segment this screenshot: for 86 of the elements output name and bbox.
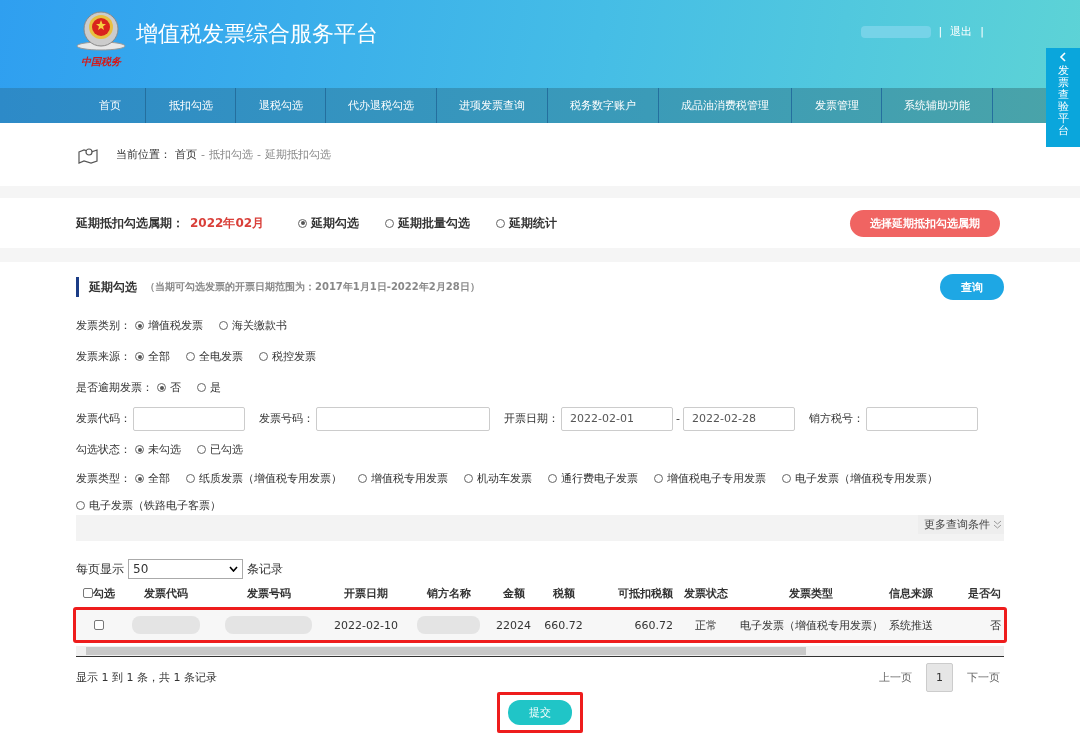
section-marker bbox=[76, 277, 79, 297]
date-field[interactable]: 2022-02-28 bbox=[683, 406, 795, 431]
column-header: 发票状态 bbox=[683, 585, 729, 601]
select-all-checkbox[interactable]: 勾选 bbox=[76, 585, 121, 601]
period-label: 延期抵扣勾选属期： bbox=[76, 214, 184, 232]
page-button[interactable]: 1 bbox=[926, 663, 953, 692]
filter-label: 发票来源： bbox=[76, 349, 131, 364]
radio-option[interactable]: 全电发票 bbox=[186, 349, 243, 364]
map-pin-icon bbox=[78, 145, 98, 164]
radio-option[interactable]: 否 bbox=[157, 380, 181, 395]
redacted-username bbox=[860, 25, 931, 38]
table-cell-text: 正常 bbox=[694, 617, 718, 633]
page-size-label: 每页显示 bbox=[76, 560, 124, 578]
filter-label: 销方税号： bbox=[809, 411, 864, 426]
radio-option[interactable]: 延期勾选 bbox=[298, 214, 360, 232]
column-header: 发票类型 bbox=[788, 585, 834, 601]
table-cell-text: 电子发票（增值税专用发票） bbox=[738, 617, 884, 633]
input-field[interactable] bbox=[316, 406, 490, 431]
radio-option[interactable]: 未勾选 bbox=[135, 442, 181, 457]
breadcrumb-separator: - bbox=[201, 148, 205, 161]
breadcrumb-link[interactable]: 延期抵扣勾选 bbox=[264, 147, 331, 162]
radio-option[interactable]: 全部 bbox=[135, 471, 170, 486]
more-conditions-link[interactable]: 更多查询条件 bbox=[918, 515, 1004, 534]
table-cell-text: 660.72 bbox=[633, 618, 674, 632]
breadcrumb-link[interactable]: 首页 bbox=[175, 147, 197, 162]
logo-caption: 中国税务 bbox=[81, 55, 121, 69]
site-title: 增值税发票综合服务平台 bbox=[136, 19, 378, 48]
column-header: 销方名称 bbox=[425, 585, 472, 601]
column-header: 是否勾 bbox=[967, 585, 1002, 601]
input-field[interactable] bbox=[866, 406, 978, 431]
radio-option[interactable]: 税控发票 bbox=[259, 349, 316, 364]
double-chevron-down-icon bbox=[993, 520, 1002, 529]
date-field[interactable]: 2022-02-01 bbox=[561, 406, 673, 431]
next-page-link[interactable]: 下一页 bbox=[963, 670, 1004, 685]
radio-option[interactable]: 机动车发票 bbox=[464, 471, 532, 486]
horizontal-scrollbar[interactable] bbox=[76, 646, 1004, 657]
filter-label: 发票号码： bbox=[259, 411, 314, 426]
table-cell-text: 2022-02-10 bbox=[333, 618, 399, 632]
filter-label: 发票类别： bbox=[76, 318, 131, 333]
radio-option[interactable]: 电子发票（增值税专用发票） bbox=[782, 471, 938, 486]
separator-text: | bbox=[980, 25, 984, 38]
radio-option[interactable]: 已勾选 bbox=[197, 442, 243, 457]
radio-option[interactable]: 全部 bbox=[135, 349, 170, 364]
chevron-left-icon bbox=[1059, 52, 1067, 62]
column-header: 发票号码 bbox=[245, 585, 292, 601]
radio-option[interactable]: 是 bbox=[197, 380, 221, 395]
radio-option[interactable]: 海关缴款书 bbox=[219, 318, 287, 333]
table-cell-text: 660.72 bbox=[543, 618, 584, 632]
period-value: 2022年02月 bbox=[190, 214, 265, 232]
filter-label: 勾选状态： bbox=[76, 442, 131, 457]
breadcrumb-link[interactable]: 抵扣勾选 bbox=[209, 147, 253, 162]
previous-page-link[interactable]: 上一页 bbox=[875, 670, 916, 685]
filter-label: 开票日期： bbox=[504, 411, 559, 426]
table-cell-text: 系统推送 bbox=[888, 617, 934, 633]
page-size-label: 条记录 bbox=[247, 560, 283, 578]
radio-option[interactable]: 增值税发票 bbox=[135, 318, 203, 333]
column-header: 税额 bbox=[551, 585, 576, 601]
page-size-select[interactable]: 50 bbox=[128, 559, 243, 579]
radio-option[interactable]: 增值税专用发票 bbox=[358, 471, 448, 486]
radio-option[interactable]: 纸质发票（增值税专用发票） bbox=[186, 471, 342, 486]
breadcrumb-label: 当前位置： bbox=[116, 147, 171, 162]
column-header: 可抵扣税额 bbox=[617, 585, 674, 601]
column-header: 发票代码 bbox=[143, 585, 189, 601]
filter-label: 发票类型： bbox=[76, 471, 131, 486]
table-cell-text: 否 bbox=[989, 617, 1002, 633]
breadcrumb-separator: - bbox=[257, 148, 261, 161]
radio-option[interactable]: 延期统计 bbox=[496, 214, 558, 232]
section-title: 延期勾选 bbox=[89, 278, 137, 296]
section-note: （当期可勾选发票的开票日期范围为：2017年1月1日-2022年2月28日） bbox=[145, 280, 481, 294]
range-separator: - bbox=[676, 412, 680, 425]
separator-text: | bbox=[938, 25, 943, 38]
filter-label: 是否逾期发票： bbox=[76, 380, 153, 395]
column-header: 开票日期 bbox=[343, 585, 389, 601]
radio-option[interactable]: 增值税电子专用发票 bbox=[654, 471, 766, 486]
dropdown-caret-icon bbox=[229, 566, 238, 572]
filter-label: 发票代码： bbox=[76, 411, 131, 426]
table-cell-text: 22024 bbox=[495, 618, 532, 632]
emblem-icon bbox=[76, 10, 126, 54]
column-header: 信息来源 bbox=[888, 585, 934, 601]
input-field[interactable] bbox=[133, 406, 245, 431]
radio-option[interactable]: 电子发票（铁路电子客票） bbox=[76, 498, 221, 513]
column-header: 金额 bbox=[501, 585, 526, 601]
row-checkbox[interactable] bbox=[93, 620, 104, 630]
radio-option[interactable]: 延期批量勾选 bbox=[385, 214, 471, 232]
record-summary: 显示 1 到 1 条，共 1 条记录 bbox=[76, 670, 217, 685]
radio-option[interactable]: 通行费电子发票 bbox=[548, 471, 638, 486]
